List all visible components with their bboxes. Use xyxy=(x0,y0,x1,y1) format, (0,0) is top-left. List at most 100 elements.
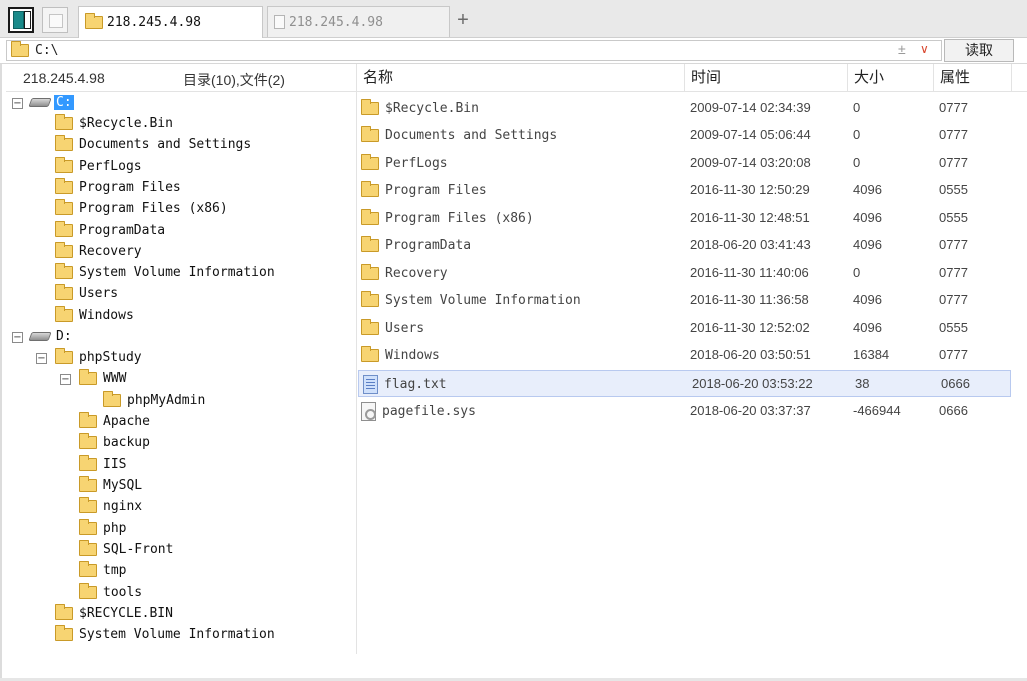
tree-node[interactable]: Recovery xyxy=(55,241,142,262)
collapse-toggle[interactable]: − xyxy=(12,332,23,343)
tree-node[interactable]: $RECYCLE.BIN xyxy=(55,603,173,624)
tree-node[interactable]: MySQL xyxy=(79,475,142,496)
read-button[interactable]: 读取 xyxy=(944,39,1014,62)
collapse-toggle[interactable]: − xyxy=(12,98,23,109)
file-attr: 0555 xyxy=(939,210,968,225)
tree-node[interactable]: tmp xyxy=(79,560,126,581)
cell-name: Program Files xyxy=(361,177,487,204)
file-size: 0 xyxy=(853,155,861,170)
collapse-toggle[interactable]: − xyxy=(60,374,71,385)
file-name: Users xyxy=(385,321,425,336)
tree-node[interactable]: IIS xyxy=(79,454,126,475)
tree-node[interactable]: nginx xyxy=(79,496,142,517)
tree-node[interactable]: System Volume Information xyxy=(55,624,275,645)
tree-node[interactable]: Program Files xyxy=(55,177,181,198)
tree-node-label: $Recycle.Bin xyxy=(79,116,173,131)
table-row[interactable]: Program Files (x86) 2016-11-30 12:48:51 … xyxy=(357,205,1012,232)
table-row[interactable]: Windows 2018-06-20 03:50:51 16384 0777 xyxy=(357,342,1012,369)
file-attr: 0777 xyxy=(939,347,968,362)
collapse-toggle[interactable]: − xyxy=(36,353,47,364)
table-row[interactable]: PerfLogs 2009-07-14 03:20:08 0 0777 xyxy=(357,150,1012,177)
tab-label: 218.245.4.98 xyxy=(107,15,201,30)
file-name: ProgramData xyxy=(385,238,472,253)
chevron-down-icon[interactable]: ∨ xyxy=(920,42,936,56)
tree-node-label: Program Files xyxy=(79,180,181,195)
tree-node[interactable]: php xyxy=(79,518,126,539)
table-row-highlighted[interactable]: flag.txt 2018-06-20 03:53:22 38 0666 xyxy=(358,370,1011,397)
tree-node[interactable]: phpStudy xyxy=(55,347,142,368)
tree-node[interactable]: Documents and Settings xyxy=(55,134,251,155)
file-attr: 0777 xyxy=(939,292,968,307)
folder-icon xyxy=(361,291,379,307)
table-row[interactable]: ProgramData 2018-06-20 03:41:43 4096 077… xyxy=(357,232,1012,259)
tree-node[interactable]: ProgramData xyxy=(55,220,165,241)
file-attr: 0555 xyxy=(939,182,968,197)
table-row[interactable]: Recovery 2016-11-30 11:40:06 0 0777 xyxy=(357,260,1012,287)
file-size: 0 xyxy=(853,100,861,115)
text-file-icon xyxy=(363,375,378,394)
tree-node[interactable]: Users xyxy=(55,283,118,304)
tree-node[interactable]: Apache xyxy=(79,411,150,432)
tree-node-label: phpStudy xyxy=(79,350,142,365)
plus-minus-icon[interactable]: ± xyxy=(898,40,914,58)
tree-node[interactable]: backup xyxy=(79,432,150,453)
cell-name: Program Files (x86) xyxy=(361,205,534,232)
file-list: $Recycle.Bin 2009-07-14 02:34:39 0 0777 … xyxy=(357,95,1027,655)
tree-node[interactable]: D: xyxy=(28,326,72,347)
table-row[interactable]: Documents and Settings 2009-07-14 05:06:… xyxy=(357,122,1012,149)
file-attr: 0666 xyxy=(941,376,970,391)
folder-icon xyxy=(361,209,379,225)
file-attr: 0777 xyxy=(939,155,968,170)
drive-icon xyxy=(28,332,52,341)
file-size: 16384 xyxy=(853,347,890,362)
file-time: 2016-11-30 11:36:58 xyxy=(690,292,809,307)
column-header-time[interactable]: 时间 xyxy=(685,64,848,92)
table-row[interactable]: System Volume Information 2016-11-30 11:… xyxy=(357,287,1012,314)
file-time: 2016-11-30 11:40:06 xyxy=(690,265,809,280)
file-size: -466944 xyxy=(853,403,901,418)
tree-node[interactable]: Windows xyxy=(55,305,134,326)
tree-node[interactable]: tools xyxy=(79,582,142,603)
column-header-attr[interactable]: 属性 xyxy=(934,64,1012,92)
file-size: 4096 xyxy=(853,210,882,225)
tree-node[interactable]: PerfLogs xyxy=(55,156,142,177)
tab-inactive[interactable]: 218.245.4.98 xyxy=(267,6,450,37)
panel-toggle-icon[interactable] xyxy=(8,7,34,33)
table-row[interactable]: pagefile.sys 2018-06-20 03:37:37 -466944… xyxy=(357,398,1012,425)
file-name: flag.txt xyxy=(384,377,447,392)
column-header-size[interactable]: 大小 xyxy=(848,64,934,92)
tab-active[interactable]: 218.245.4.98 xyxy=(78,6,263,38)
folder-icon xyxy=(103,391,121,407)
file-size: 0 xyxy=(853,265,861,280)
path-input[interactable]: C:\ xyxy=(6,40,942,61)
directory-tree: − C: $Recycle.Bin Documents and Settings… xyxy=(6,92,356,662)
tree-node[interactable]: phpMyAdmin xyxy=(103,390,205,411)
file-attr: 0777 xyxy=(939,127,968,142)
table-row[interactable]: Users 2016-11-30 12:52:02 4096 0555 xyxy=(357,315,1012,342)
folder-icon xyxy=(79,540,97,556)
folder-icon xyxy=(11,41,29,57)
tree-node-label: MySQL xyxy=(103,478,143,493)
file-name: Program Files (x86) xyxy=(385,211,534,226)
file-size: 0 xyxy=(853,127,861,142)
table-row[interactable]: $Recycle.Bin 2009-07-14 02:34:39 0 0777 xyxy=(357,95,1012,122)
table-row[interactable]: Program Files 2016-11-30 12:50:29 4096 0… xyxy=(357,177,1012,204)
dir-file-summary: 目录(10),文件(2) xyxy=(183,72,285,88)
tree-node-label: nginx xyxy=(103,499,143,514)
column-header-extra[interactable] xyxy=(1012,64,1027,92)
tree-node-label: SQL-Front xyxy=(103,542,174,557)
file-list-header: 名称 时间 大小 属性 xyxy=(357,64,1027,92)
tree-node-label: PerfLogs xyxy=(79,159,142,174)
file-name: Recovery xyxy=(385,266,448,281)
add-tab-button[interactable]: + xyxy=(454,8,472,32)
tree-node[interactable]: Program Files (x86) xyxy=(55,198,228,219)
tree-node[interactable]: $Recycle.Bin xyxy=(55,113,173,134)
cell-name: Documents and Settings xyxy=(361,122,557,149)
tree-node[interactable]: SQL-Front xyxy=(79,539,173,560)
column-header-name[interactable]: 名称 xyxy=(357,64,685,92)
tree-node[interactable]: C: xyxy=(28,92,74,113)
tree-node[interactable]: System Volume Information xyxy=(55,262,275,283)
tree-node[interactable]: WWW xyxy=(79,368,126,389)
cell-name: flag.txt xyxy=(363,371,447,398)
blank-tab-icon[interactable] xyxy=(42,7,68,33)
